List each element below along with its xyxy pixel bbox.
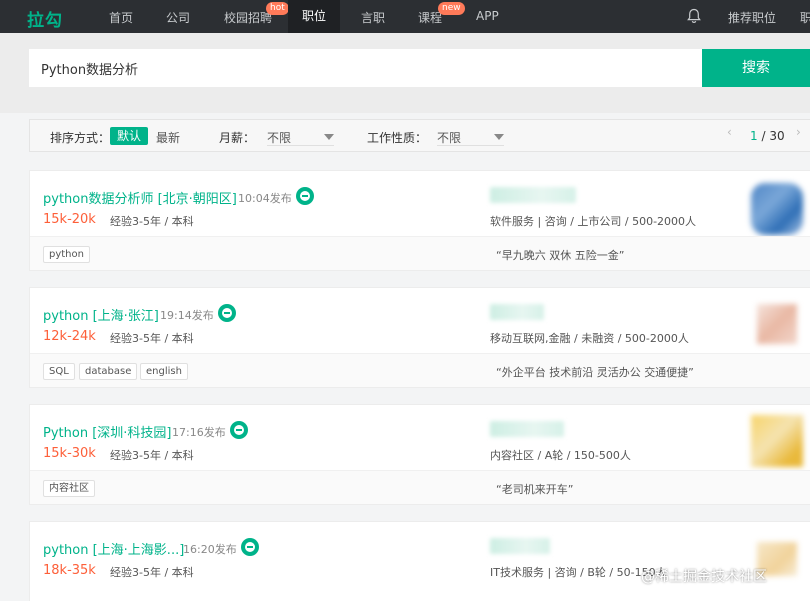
nav-item-yanzhi[interactable]: 言职 bbox=[361, 9, 385, 26]
chevron-down-icon bbox=[494, 134, 504, 140]
job-card[interactable]: python数据分析师 [北京·朝阳区] 10:04发布 15k-20k 经验3… bbox=[29, 170, 810, 271]
sort-default-button[interactable]: 默认 bbox=[110, 127, 149, 145]
chevron-down-icon bbox=[324, 134, 334, 140]
page-current: 1 bbox=[750, 129, 758, 143]
nav-more-link[interactable]: 职 bbox=[800, 9, 810, 26]
benefits-text: “老司机来开车” bbox=[496, 483, 574, 496]
worktype-filter-label: 工作性质： bbox=[367, 131, 428, 145]
watermark: @稀土掘金技术社区 bbox=[641, 569, 767, 585]
job-requirements: 经验3-5年 / 本科 bbox=[110, 566, 194, 579]
posted-time: 19:14发布 bbox=[160, 309, 214, 322]
job-title-link[interactable]: python [上海·张江] bbox=[43, 305, 159, 324]
company-info: 内容社区 / A轮 / 150-500人 bbox=[490, 449, 631, 462]
chat-icon[interactable] bbox=[230, 421, 248, 439]
worktype-dropdown[interactable]: 不限 bbox=[437, 126, 504, 146]
search-input[interactable] bbox=[29, 49, 702, 87]
salary-dropdown[interactable]: 不限 bbox=[267, 126, 334, 146]
company-name-blurred[interactable] bbox=[490, 187, 576, 203]
posted-time: 16:20发布 bbox=[183, 543, 237, 556]
company-info: 软件服务 | 咨询 / 上市公司 / 500-2000人 bbox=[490, 215, 697, 228]
job-card-footer: python “早九晚六 双休 五险一金” bbox=[30, 236, 810, 270]
skill-tag[interactable]: 内容社区 bbox=[43, 480, 95, 497]
company-logo[interactable] bbox=[751, 183, 803, 235]
bell-icon[interactable] bbox=[687, 8, 701, 24]
worktype-dropdown-value: 不限 bbox=[437, 131, 462, 145]
company-logo[interactable] bbox=[751, 415, 803, 467]
page-indicator: 1 / 30 bbox=[750, 129, 785, 143]
job-card-footer: 内容社区 “老司机来开车” bbox=[30, 470, 810, 504]
job-card[interactable]: Python [深圳·科技园] 17:16发布 15k-30k 经验3-5年 /… bbox=[29, 404, 810, 505]
sort-label: 排序方式： bbox=[50, 131, 111, 145]
search-area: 搜索 bbox=[0, 33, 810, 113]
posted-time: 10:04发布 bbox=[238, 192, 292, 205]
salary: 12k-24k bbox=[43, 329, 96, 344]
search-button[interactable]: 搜索 bbox=[702, 49, 810, 87]
company-name-blurred[interactable] bbox=[490, 304, 544, 320]
new-badge: new bbox=[438, 2, 465, 15]
skill-tag[interactable]: english bbox=[140, 363, 188, 380]
company-name-blurred[interactable] bbox=[490, 538, 550, 554]
job-title-link[interactable]: Python [深圳·科技园] bbox=[43, 422, 171, 441]
benefits-text: “外企平台 技术前沿 灵活办公 交通便捷” bbox=[496, 366, 694, 379]
top-nav: 拉勾 首页 公司 校园招聘 hot 职位 言职 课程 new APP 推荐职位 … bbox=[0, 0, 810, 33]
salary: 15k-20k bbox=[43, 212, 96, 227]
chat-icon[interactable] bbox=[241, 538, 259, 556]
site-logo[interactable]: 拉勾 bbox=[27, 6, 63, 31]
job-requirements: 经验3-5年 / 本科 bbox=[110, 332, 194, 345]
page-prev-button[interactable]: ‹ bbox=[727, 125, 732, 139]
posted-time: 17:16发布 bbox=[172, 426, 226, 439]
job-card[interactable]: python [上海·上海影...] 16:20发布 18k-35k 经验3-5… bbox=[29, 521, 810, 601]
nav-item-campus[interactable]: 校园招聘 bbox=[224, 9, 272, 26]
sort-newest-button[interactable]: 最新 bbox=[156, 129, 180, 146]
hot-badge: hot bbox=[266, 2, 289, 15]
nav-item-app[interactable]: APP bbox=[476, 9, 499, 23]
chat-icon[interactable] bbox=[296, 187, 314, 205]
job-requirements: 经验3-5年 / 本科 bbox=[110, 449, 194, 462]
recommend-jobs-link[interactable]: 推荐职位 bbox=[728, 9, 776, 26]
job-card[interactable]: python [上海·张江] 19:14发布 12k-24k 经验3-5年 / … bbox=[29, 287, 810, 388]
salary-filter-label: 月薪： bbox=[219, 131, 256, 145]
job-requirements: 经验3-5年 / 本科 bbox=[110, 215, 194, 228]
job-title-link[interactable]: python数据分析师 [北京·朝阳区] bbox=[43, 188, 237, 207]
salary-dropdown-value: 不限 bbox=[267, 131, 292, 145]
skill-tag[interactable]: SQL bbox=[43, 363, 75, 380]
benefits-text: “早九晚六 双休 五险一金” bbox=[496, 249, 625, 262]
page-total: / 30 bbox=[757, 129, 785, 143]
nav-item-companies[interactable]: 公司 bbox=[166, 9, 190, 26]
skill-tag[interactable]: python bbox=[43, 246, 90, 263]
job-title-link[interactable]: python [上海·上海影...] bbox=[43, 539, 184, 558]
page-next-button[interactable]: › bbox=[796, 125, 801, 139]
skill-tag[interactable]: database bbox=[79, 363, 138, 380]
salary: 18k-35k bbox=[43, 563, 96, 578]
nav-item-home[interactable]: 首页 bbox=[109, 9, 133, 26]
company-name-blurred[interactable] bbox=[490, 421, 564, 437]
chat-icon[interactable] bbox=[218, 304, 236, 322]
filter-bar: 排序方式： 默认 最新 月薪： 不限 工作性质： 不限 ‹ 1 / 30 › bbox=[29, 119, 810, 152]
company-logo[interactable] bbox=[757, 304, 797, 344]
nav-item-jobs[interactable]: 职位 bbox=[288, 0, 341, 33]
company-info: 移动互联网,金融 / 未融资 / 500-2000人 bbox=[490, 332, 689, 345]
salary: 15k-30k bbox=[43, 446, 96, 461]
job-card-footer: SQL database english “外企平台 技术前沿 灵活办公 交通便… bbox=[30, 353, 810, 387]
